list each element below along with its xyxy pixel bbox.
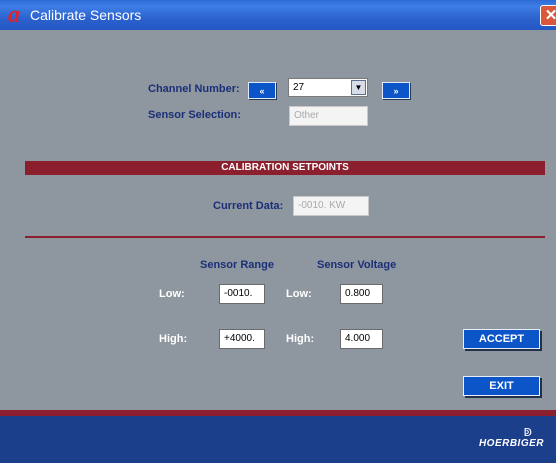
voltage-low-label: Low: xyxy=(286,288,312,300)
range-low-label: Low: xyxy=(159,288,185,300)
channel-number-value: 27 xyxy=(293,82,305,93)
current-data-field: -0010. KW xyxy=(293,196,369,216)
section-divider xyxy=(25,236,545,238)
chevron-down-icon[interactable]: ▼ xyxy=(351,80,366,95)
range-low-input[interactable]: -0010. xyxy=(219,284,265,304)
window-title: Calibrate Sensors xyxy=(30,7,142,23)
sensor-selection-field: Other xyxy=(289,106,368,126)
range-high-input[interactable]: +4000. xyxy=(219,329,265,349)
footer-bar: ↁ HOERBIGER xyxy=(0,416,556,463)
voltage-high-input[interactable]: 4.000 xyxy=(340,329,383,349)
current-data-label: Current Data: xyxy=(213,200,284,212)
dialog-body: Channel Number: « 27 ▼ » Sensor Selectio… xyxy=(0,30,556,410)
sensor-range-header: Sensor Range xyxy=(200,259,274,271)
channel-number-label: Channel Number: xyxy=(148,83,240,95)
calibration-setpoints-title: CALIBRATION SETPOINTS xyxy=(221,162,349,173)
voltage-low-input[interactable]: 0.800 xyxy=(340,284,383,304)
accept-button[interactable]: ACCEPT xyxy=(463,329,540,349)
channel-number-select[interactable]: 27 ▼ xyxy=(288,78,368,97)
sensor-voltage-header: Sensor Voltage xyxy=(317,259,397,271)
exit-button[interactable]: EXIT xyxy=(463,376,540,396)
brand-logo-text: HOERBIGER xyxy=(478,438,544,449)
title-bar[interactable]: a Calibrate Sensors ✕ xyxy=(0,0,556,30)
close-button[interactable]: ✕ xyxy=(540,5,556,26)
sensor-selection-label: Sensor Selection: xyxy=(148,109,241,121)
range-high-label: High: xyxy=(159,333,188,345)
voltage-high-label: High: xyxy=(286,333,315,345)
calibration-setpoints-header: CALIBRATION SETPOINTS xyxy=(25,161,545,175)
app-logo-icon: a xyxy=(8,2,20,28)
next-channel-button[interactable]: » xyxy=(382,82,410,99)
previous-channel-button[interactable]: « xyxy=(248,82,276,99)
